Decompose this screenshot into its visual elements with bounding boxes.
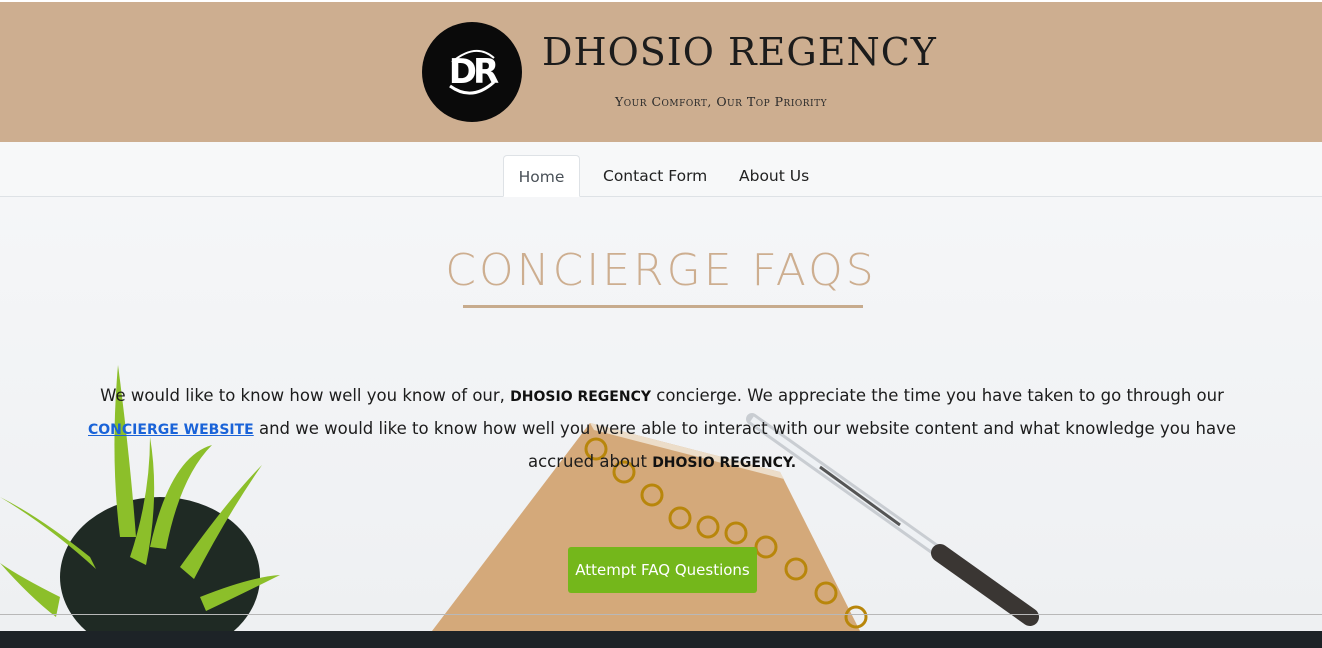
page-title: CONCIERGE FAQS: [445, 245, 877, 296]
intro-paragraph: We would like to know how well you know …: [62, 380, 1262, 479]
intro-text-1: We would like to know how well you know …: [100, 386, 511, 405]
attempt-faq-button[interactable]: Attempt FAQ Questions: [568, 547, 757, 593]
tagline: Your Comfort, Our Top Priority: [615, 94, 828, 109]
logo-text: DR: [448, 52, 499, 92]
footer-bar: [0, 631, 1322, 648]
main-content: CONCIERGE FAQS We would like to know how…: [0, 197, 1322, 631]
tab-about-us[interactable]: About Us: [723, 155, 825, 197]
nav-tabs: Home Contact Form About Us: [0, 142, 1322, 197]
intro-text-2: concierge. We appreciate the time you ha…: [651, 386, 1224, 405]
brand-name: DHOSIO REGENCY: [542, 30, 937, 74]
title-underline: [463, 305, 863, 308]
brand-mention-1: DHOSIO REGENCY: [510, 389, 651, 405]
concierge-website-link[interactable]: CONCIERGE WEBSITE: [88, 422, 254, 438]
logo-badge[interactable]: DR: [422, 22, 522, 122]
tab-contact-form[interactable]: Contact Form: [587, 155, 723, 197]
brand-mention-2: DHOSIO REGENCY.: [652, 455, 797, 471]
footer-divider: [0, 614, 1322, 615]
tab-home[interactable]: Home: [503, 155, 580, 197]
site-header: DR DHOSIO REGENCY Your Comfort, Our Top …: [0, 2, 1322, 142]
